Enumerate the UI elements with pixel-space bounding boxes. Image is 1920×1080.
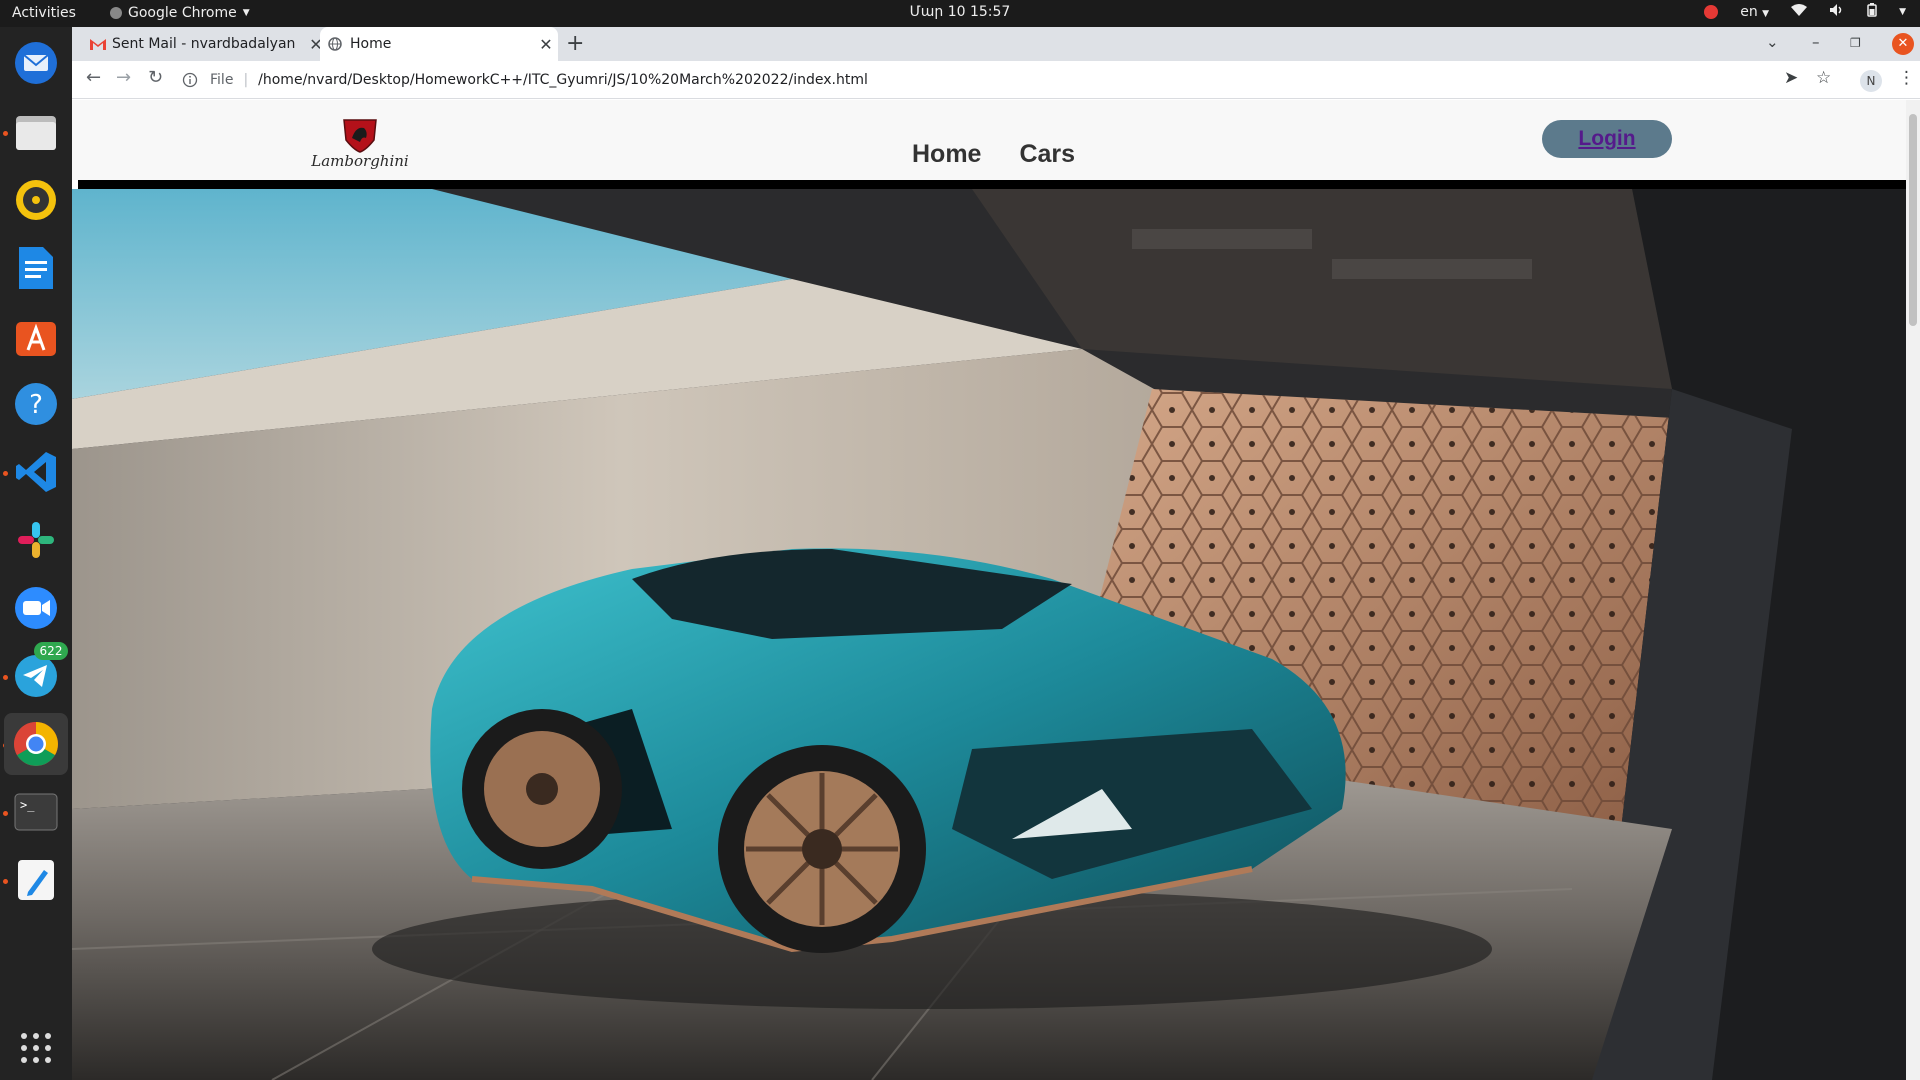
tab-search-icon[interactable]: ⌄ [1766,33,1779,51]
menu-kebab-icon[interactable]: ⋮ [1898,68,1915,88]
tab-strip: Sent Mail - nvardbadalyan ✕ Home ✕ + ⌄ –… [72,27,1920,61]
notification-badge: 622 [34,642,68,660]
login-button[interactable]: Login [1542,120,1672,158]
show-apps-icon[interactable] [10,1022,62,1074]
wifi-icon[interactable] [1791,3,1808,21]
send-tab-icon[interactable]: ➤ [1784,68,1798,88]
tab-sent-mail[interactable]: Sent Mail - nvardbadalyan ✕ [84,27,328,61]
chevron-down-icon[interactable]: ▼ [1899,7,1906,17]
app-menu[interactable]: Google Chrome ▼ [110,5,250,21]
volume-icon[interactable] [1829,3,1845,21]
profile-avatar[interactable]: N [1860,70,1882,92]
svg-text:?: ? [29,390,43,420]
chrome-icon[interactable] [4,713,68,775]
language-indicator[interactable]: en ▼ [1740,4,1769,20]
info-icon[interactable] [182,69,204,91]
files-icon[interactable] [10,106,62,158]
bookmark-star-icon[interactable]: ☆ [1816,68,1831,88]
restore-icon[interactable]: ❐ [1850,36,1861,50]
close-window-icon[interactable]: ✕ [1892,33,1914,55]
browser-toolbar: ← → ↻ File | /home/nvard/Desktop/Homewor… [72,61,1920,99]
rhythmbox-icon[interactable] [10,174,62,226]
nav-home[interactable]: Home [912,140,981,169]
app-menu-label: Google Chrome [128,5,237,21]
page-viewport: Lamborghini Home Cars Login [72,100,1906,1080]
clock[interactable]: Մար 10 15:57 [910,4,1011,20]
minimize-icon[interactable]: – [1812,33,1820,51]
svg-text:>_: >_ [20,798,35,812]
browser-window: Sent Mail - nvardbadalyan ✕ Home ✕ + ⌄ –… [72,27,1920,1080]
chevron-down-icon: ▼ [242,8,250,18]
slack-icon[interactable] [10,514,62,566]
terminal-icon[interactable]: >_ [10,786,62,838]
chrome-small-icon [110,7,122,19]
rear-wheel [462,709,622,869]
text-editor-icon[interactable] [10,854,62,906]
dock: ? 622 >_ [0,27,72,1080]
telegram-icon[interactable]: 622 [10,642,68,702]
software-icon[interactable] [10,310,62,362]
tab-home[interactable]: Home ✕ [320,27,558,61]
activities-button[interactable]: Activities [12,5,76,21]
help-icon[interactable]: ? [10,378,62,430]
gmail-icon [84,38,112,50]
reload-icon[interactable]: ↻ [148,67,163,88]
url-text[interactable]: /home/nvard/Desktop/HomeworkC++/ITC_Gyum… [258,72,868,88]
site-header: Lamborghini Home Cars Login [72,100,1906,180]
url-separator: | [243,72,249,88]
globe-icon [320,37,350,51]
zoom-icon[interactable] [10,582,62,634]
thunderbird-icon[interactable] [10,37,62,89]
back-icon[interactable]: ← [86,67,101,88]
url-scheme: File [210,72,234,88]
vscode-icon[interactable] [10,446,62,498]
svg-text:Lamborghini: Lamborghini [310,152,409,170]
close-tab-icon[interactable]: ✕ [534,35,558,54]
front-wheel [718,745,926,953]
battery-icon[interactable] [1867,3,1877,21]
forward-icon[interactable]: → [116,67,131,88]
main-nav: Home Cars [912,140,1075,169]
nav-cars[interactable]: Cars [1019,140,1075,169]
address-bar[interactable]: File | /home/nvard/Desktop/HomeworkC++/I… [182,64,1892,96]
lamborghini-logo[interactable]: Lamborghini [310,116,410,172]
page-scrollbar[interactable] [1906,100,1920,1080]
new-tab-button[interactable]: + [566,31,584,56]
header-divider [78,180,1906,189]
record-indicator-icon[interactable] [1704,5,1719,19]
hero-image [72,189,1906,1080]
system-tray[interactable]: en ▼ ▼ [1704,3,1906,21]
system-top-bar: Activities Google Chrome ▼ Մար 10 15:57 … [0,0,1920,27]
writer-icon[interactable] [10,242,62,294]
